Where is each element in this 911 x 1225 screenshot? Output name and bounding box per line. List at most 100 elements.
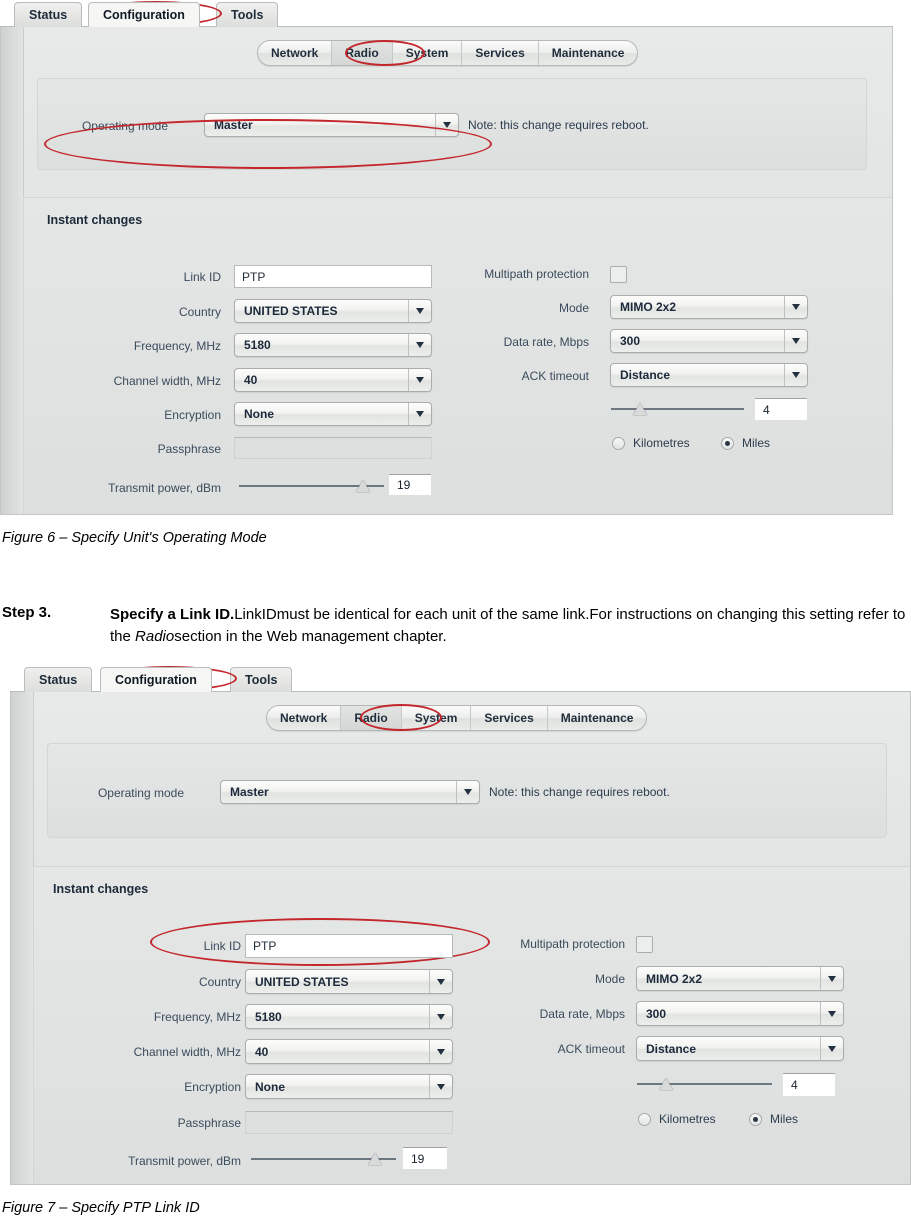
sub-tab-radio[interactable]: Radio xyxy=(341,706,402,730)
chevron-down-icon xyxy=(429,970,452,993)
step3-label: Step 3. xyxy=(2,604,52,621)
main-tab-tools[interactable]: Tools xyxy=(216,2,279,27)
ack-timeout-select[interactable]: Distance xyxy=(610,363,808,387)
distance-slider[interactable] xyxy=(611,402,744,416)
main-tab-status[interactable]: Status xyxy=(14,2,83,27)
distance-value-box[interactable]: 4 xyxy=(755,398,807,420)
operating-mode-note: Note: this change requires reboot. xyxy=(468,118,649,132)
encryption-select[interactable]: None xyxy=(234,402,432,426)
sub-tab-radio[interactable]: Radio xyxy=(332,41,393,65)
sub-tab-network[interactable]: Network xyxy=(258,41,333,65)
distance-value-box[interactable]: 4 xyxy=(783,1073,835,1096)
sub-tab-maintenance[interactable]: Maintenance xyxy=(539,41,638,65)
chevron-down-icon xyxy=(429,1075,452,1098)
miles-radio[interactable] xyxy=(749,1113,762,1126)
miles-radio[interactable] xyxy=(721,437,734,450)
slider-thumb[interactable] xyxy=(633,403,647,415)
kilometres-label: Kilometres xyxy=(659,1112,716,1126)
main-tab-tools-label: Tools xyxy=(231,8,264,22)
data-rate-label: Data rate, Mbps xyxy=(503,335,589,349)
main-tab-tools[interactable]: Tools xyxy=(230,667,293,692)
sub-tab-network[interactable]: Network xyxy=(267,706,342,730)
country-label: Country xyxy=(198,975,241,989)
link-id-input[interactable]: PTP xyxy=(245,934,453,958)
main-tab-status-label: Status xyxy=(29,8,68,22)
country-value: UNITED STATES xyxy=(244,304,338,318)
operating-mode-value: Master xyxy=(230,785,269,799)
main-tab-status[interactable]: Status xyxy=(24,667,93,692)
mode-select[interactable]: MIMO 2x2 xyxy=(610,295,808,319)
sub-tab-system[interactable]: System xyxy=(393,41,463,65)
operating-mode-select[interactable]: Master xyxy=(204,113,459,137)
slider-thumb[interactable] xyxy=(356,480,370,492)
configuration-page-body: Network Radio System Services Maintenanc… xyxy=(0,27,893,515)
transmit-power-value-box[interactable]: 19 xyxy=(403,1147,447,1169)
channel-width-label: Channel width, MHz xyxy=(113,374,221,388)
distance-value: 4 xyxy=(763,402,770,417)
main-tab-configuration-label: Configuration xyxy=(103,8,185,22)
channel-width-label: Channel width, MHz xyxy=(133,1045,241,1059)
transmit-power-value: 19 xyxy=(397,478,411,492)
multipath-protection-checkbox[interactable] xyxy=(636,936,653,953)
chevron-down-icon xyxy=(435,114,458,136)
distance-value: 4 xyxy=(791,1078,798,1092)
sub-tab-services[interactable]: Services xyxy=(462,41,539,65)
transmit-power-value-box[interactable]: 19 xyxy=(389,474,431,495)
figure7-screenshot: Status Configuration Tools Network Radio… xyxy=(10,665,911,1185)
link-id-label: Link ID xyxy=(183,270,221,284)
frequency-select[interactable]: 5180 xyxy=(245,1004,453,1029)
ack-timeout-select[interactable]: Distance xyxy=(636,1036,844,1061)
encryption-value: None xyxy=(244,407,274,421)
chevron-down-icon xyxy=(820,967,843,990)
mode-label: Mode xyxy=(594,972,625,986)
ack-timeout-label: ACK timeout xyxy=(557,1042,625,1056)
slider-thumb[interactable] xyxy=(368,1153,382,1165)
slider-thumb[interactable] xyxy=(659,1078,673,1090)
kilometres-radio[interactable] xyxy=(612,437,625,450)
kilometres-label: Kilometres xyxy=(633,436,690,450)
frequency-value: 5180 xyxy=(255,1009,282,1024)
sub-tab-services-label: Services xyxy=(475,46,525,60)
transmit-power-slider[interactable] xyxy=(239,479,384,493)
link-id-input[interactable]: PTP xyxy=(234,265,432,288)
channel-width-value: 40 xyxy=(255,1044,269,1059)
link-id-value: PTP xyxy=(242,269,266,284)
transmit-power-label: Transmit power, dBm xyxy=(108,481,221,495)
frequency-select[interactable]: 5180 xyxy=(234,333,432,357)
mode-select[interactable]: MIMO 2x2 xyxy=(636,966,844,991)
main-tab-strip: Status Configuration Tools xyxy=(0,0,893,27)
operating-mode-select[interactable]: Master xyxy=(220,780,480,804)
sub-tab-network-label: Network xyxy=(280,711,328,725)
channel-width-select[interactable]: 40 xyxy=(245,1039,453,1064)
main-tab-configuration[interactable]: Configuration xyxy=(88,2,200,27)
country-select[interactable]: UNITED STATES xyxy=(245,969,453,994)
channel-width-select[interactable]: 40 xyxy=(234,368,432,392)
instant-changes-title: Instant changes xyxy=(53,882,149,896)
country-select[interactable]: UNITED STATES xyxy=(234,299,432,323)
sub-tab-maintenance[interactable]: Maintenance xyxy=(548,706,647,730)
multipath-protection-label: Multipath protection xyxy=(520,937,625,951)
encryption-select[interactable]: None xyxy=(245,1074,453,1099)
main-tab-configuration[interactable]: Configuration xyxy=(100,667,212,692)
sub-tab-services[interactable]: Services xyxy=(471,706,548,730)
sub-tab-maintenance-label: Maintenance xyxy=(551,46,625,60)
slider-track xyxy=(611,408,744,410)
passphrase-input[interactable] xyxy=(234,437,432,459)
sub-tab-bar: Network Radio System Services Maintenanc… xyxy=(257,40,639,66)
multipath-protection-checkbox[interactable] xyxy=(610,266,627,283)
transmit-power-slider[interactable] xyxy=(251,1152,396,1166)
distance-slider[interactable] xyxy=(637,1077,772,1091)
sub-tab-network-label: Network xyxy=(271,46,319,60)
data-rate-label: Data rate, Mbps xyxy=(539,1007,625,1021)
figure6-caption: Figure 6 – Specify Unit's Operating Mode xyxy=(2,530,267,546)
ack-timeout-value: Distance xyxy=(620,368,671,382)
passphrase-input[interactable] xyxy=(245,1111,453,1134)
sub-tab-system[interactable]: System xyxy=(402,706,472,730)
main-tab-strip: Status Configuration Tools xyxy=(10,665,911,692)
data-rate-select[interactable]: 300 xyxy=(636,1001,844,1026)
data-rate-select[interactable]: 300 xyxy=(610,329,808,353)
multipath-protection-label: Multipath protection xyxy=(484,267,589,281)
miles-label: Miles xyxy=(770,1112,799,1126)
kilometres-radio[interactable] xyxy=(638,1113,651,1126)
chevron-down-icon xyxy=(784,364,807,386)
